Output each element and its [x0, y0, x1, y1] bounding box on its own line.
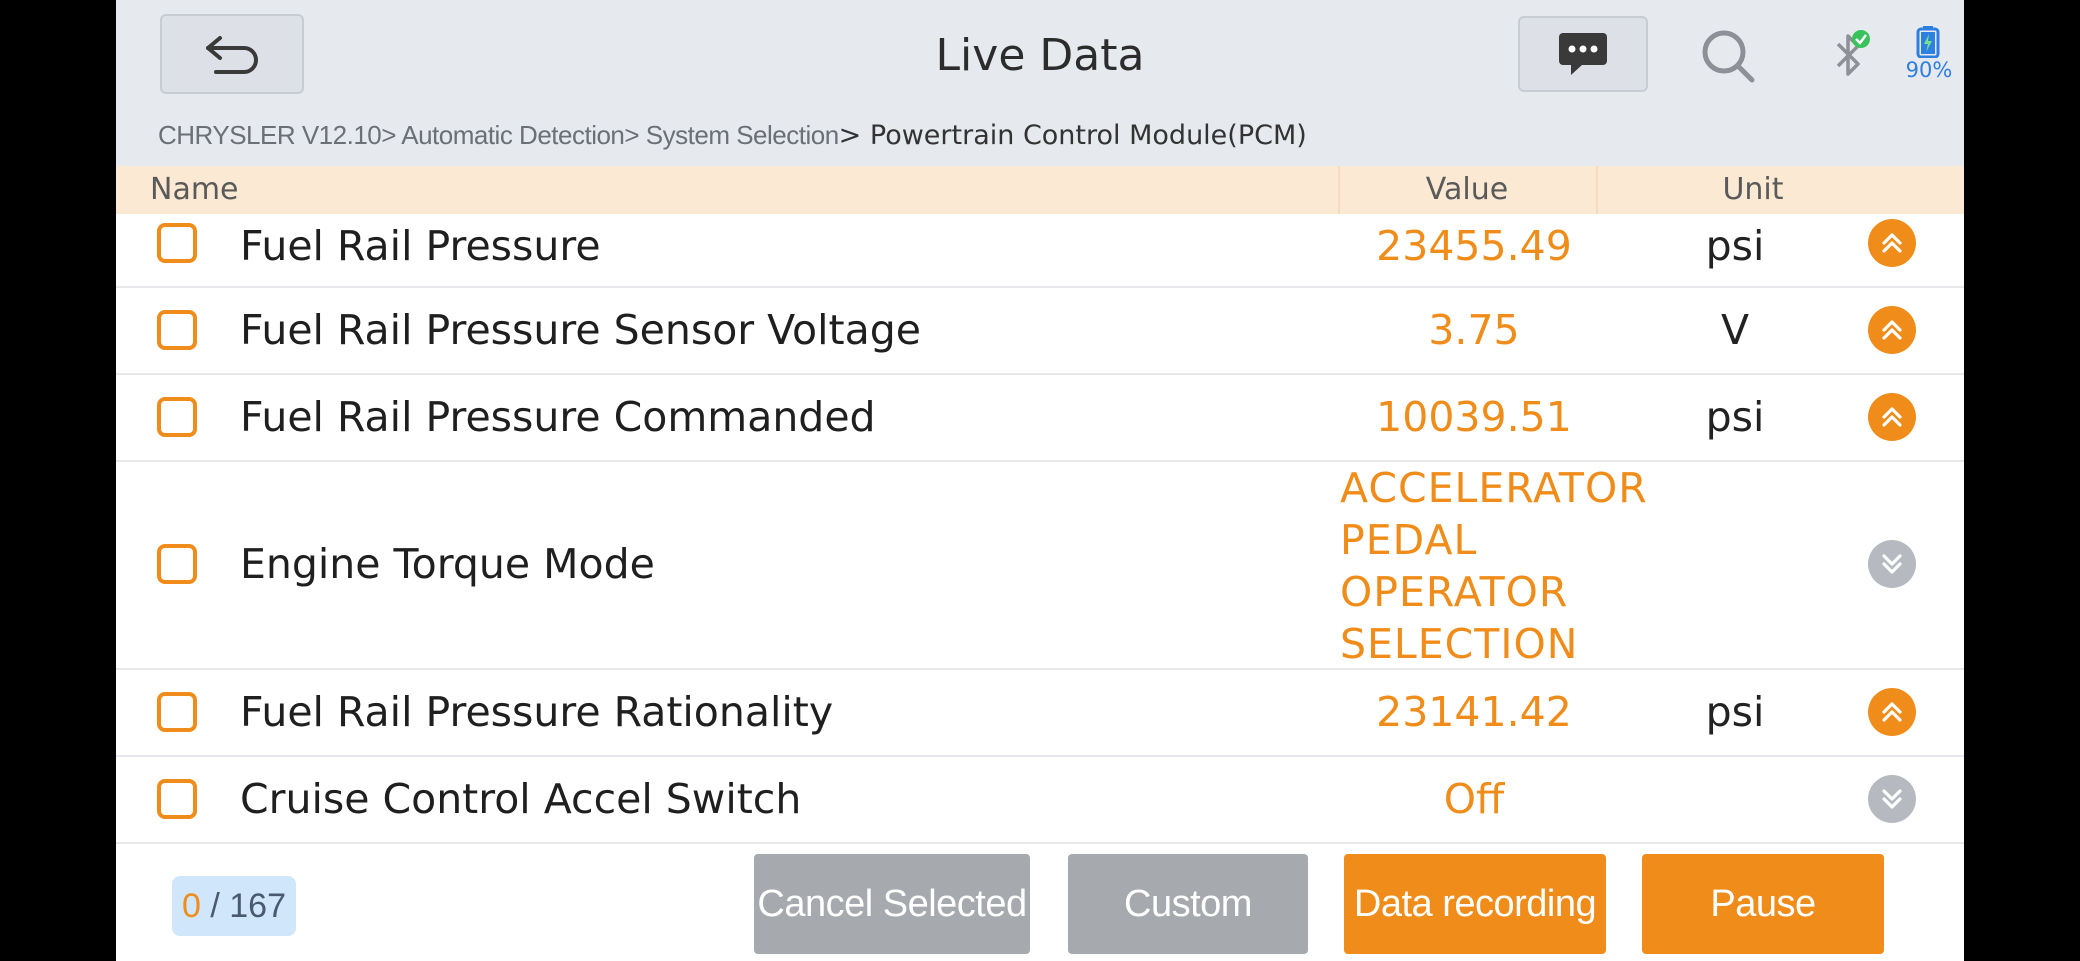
row-unit: psi	[1705, 222, 1765, 270]
row-name: Cruise Control Accel Switch	[240, 775, 802, 823]
row-value: 10039.51	[1376, 393, 1572, 441]
table-row[interactable]: Fuel Rail Pressure Commanded 10039.51 ps…	[116, 375, 1964, 462]
row-checkbox[interactable]	[157, 223, 197, 263]
expand-toggle[interactable]	[1868, 393, 1916, 441]
column-header-value: Value	[1425, 172, 1509, 207]
expand-toggle[interactable]	[1868, 219, 1916, 267]
expand-toggle[interactable]	[1868, 688, 1916, 736]
table-header: Name Value Unit	[116, 166, 1964, 214]
breadcrumb-current: > Powertrain Control Module(PCM)	[838, 120, 1307, 151]
double-chevron-up-icon	[1882, 233, 1902, 253]
breadcrumb: CHRYSLER V12.10> Automatic Detection> Sy…	[158, 120, 1307, 151]
column-header-name: Name	[150, 172, 239, 207]
data-recording-button[interactable]: Data recording	[1344, 854, 1606, 954]
footer-toolbar: 0 / 167 Cancel Selected Custom Data reco…	[116, 844, 1964, 961]
row-value: 23141.42	[1376, 688, 1572, 736]
expand-toggle[interactable]	[1868, 775, 1916, 823]
battery-icon	[1916, 26, 1940, 58]
expand-toggle[interactable]	[1868, 306, 1916, 354]
row-unit: psi	[1705, 393, 1765, 441]
row-checkbox[interactable]	[157, 692, 197, 732]
column-header-unit: Unit	[1722, 172, 1784, 207]
double-chevron-up-icon	[1882, 702, 1902, 722]
row-checkbox[interactable]	[157, 544, 197, 584]
row-checkbox[interactable]	[157, 397, 197, 437]
row-checkbox[interactable]	[157, 779, 197, 819]
custom-button[interactable]: Custom	[1068, 854, 1308, 954]
expand-toggle[interactable]	[1868, 540, 1916, 588]
table-row[interactable]: Fuel Rail Pressure Sensor Voltage 3.75 V	[116, 288, 1964, 375]
breadcrumb-bar: CHRYSLER V12.10> Automatic Detection> Sy…	[116, 112, 1964, 166]
page-title: Live Data	[935, 30, 1145, 81]
double-chevron-up-icon	[1882, 407, 1902, 427]
row-unit: psi	[1705, 688, 1765, 736]
top-bar: Live Data 90%	[116, 0, 1964, 112]
row-name: Engine Torque Mode	[240, 540, 655, 588]
live-data-screen: Live Data 90% CHRYSLER V12.10> Automatic…	[116, 0, 1964, 961]
row-name: Fuel Rail Pressure Commanded	[240, 393, 876, 441]
row-name: Fuel Rail Pressure	[240, 222, 601, 270]
table-row[interactable]: Cruise Control Accel Switch Off	[116, 757, 1964, 844]
message-button[interactable]	[1518, 16, 1648, 92]
live-data-list[interactable]: Fuel Rail Pressure 23455.49 psi Fuel Rai…	[116, 214, 1964, 844]
table-row[interactable]: Fuel Rail Pressure 23455.49 psi	[116, 214, 1964, 288]
row-value: 23455.49	[1376, 222, 1572, 270]
row-unit: V	[1720, 306, 1750, 354]
chat-bubble-icon	[1559, 33, 1607, 75]
battery-status: 90%	[1900, 26, 1956, 86]
table-row[interactable]: Fuel Rail Pressure Rationality 23141.42 …	[116, 670, 1964, 757]
double-chevron-up-icon	[1882, 320, 1902, 340]
count-separator: /	[200, 887, 230, 925]
row-value: Off	[1443, 775, 1505, 823]
pause-button[interactable]: Pause	[1642, 854, 1884, 954]
row-name: Fuel Rail Pressure Sensor Voltage	[240, 306, 921, 354]
selected-count: 0	[182, 887, 201, 925]
row-value: 3.75	[1428, 306, 1520, 354]
row-name: Fuel Rail Pressure Rationality	[240, 688, 834, 736]
row-checkbox[interactable]	[157, 310, 197, 350]
breadcrumb-path: CHRYSLER V12.10> Automatic Detection> Sy…	[158, 120, 839, 150]
bluetooth-icon	[1836, 30, 1870, 76]
double-chevron-down-icon	[1882, 789, 1902, 809]
table-row[interactable]: Engine Torque Mode ACCELERATOR PEDAL OPE…	[116, 462, 1964, 670]
cancel-selected-button[interactable]: Cancel Selected	[754, 854, 1030, 954]
search-icon[interactable]	[1698, 26, 1758, 86]
double-chevron-down-icon	[1882, 554, 1902, 574]
selection-counter: 0 / 167	[172, 876, 296, 936]
total-count: 167	[229, 887, 286, 925]
battery-level: 90%	[1905, 58, 1953, 82]
row-value: ACCELERATOR PEDAL OPERATOR SELECTION	[1340, 464, 1648, 668]
